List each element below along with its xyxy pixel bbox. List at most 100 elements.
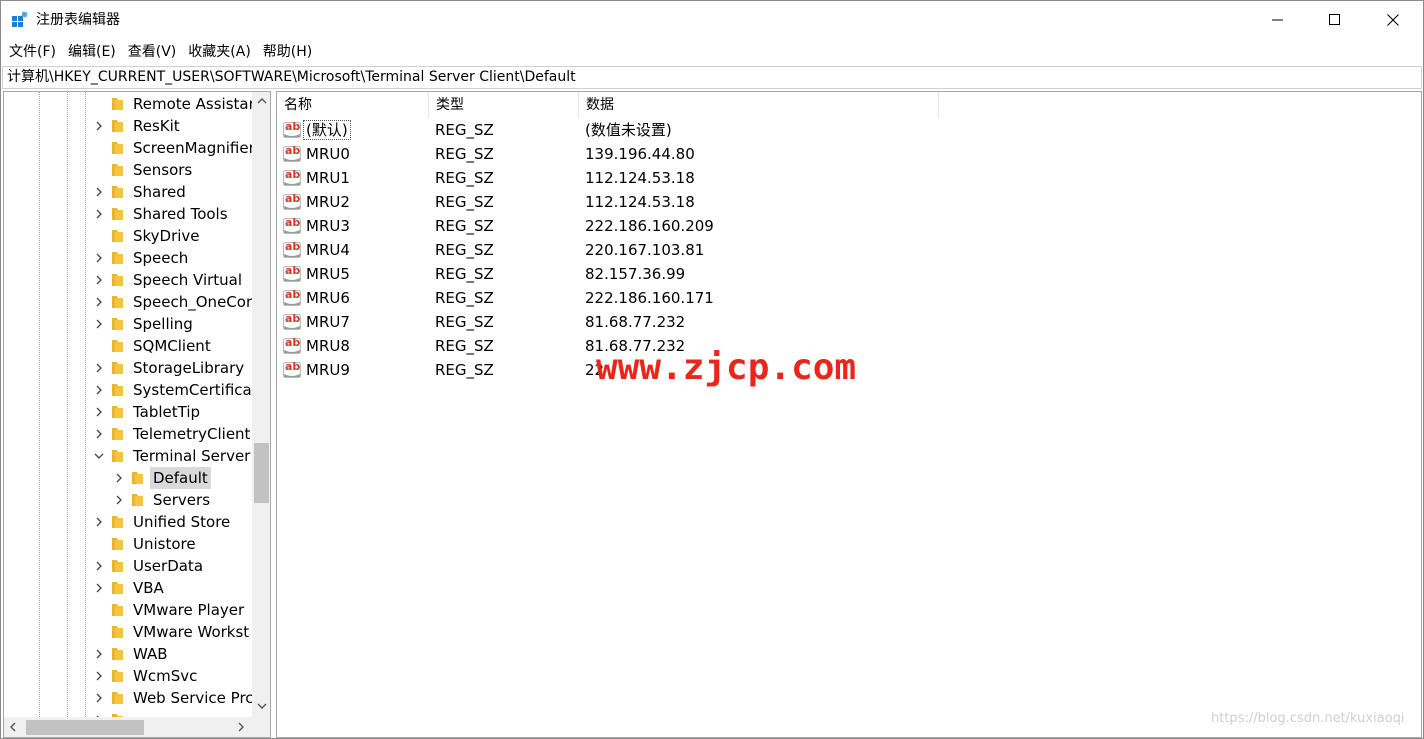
tree-item[interactable]: SQMClient [4,335,252,357]
tree-item[interactable]: Default [4,467,252,489]
chevron-right-icon[interactable] [92,294,106,310]
tree-item[interactable]: Unified Store [4,511,252,533]
chevron-right-icon[interactable] [92,558,106,574]
tree-item[interactable]: SkyDrive [4,225,252,247]
column-header-name[interactable]: 名称 [277,92,429,118]
value-data: 81.68.77.232 [585,313,686,331]
value-row[interactable]: ab MRU7 REG_SZ 81.68.77.232 [277,310,977,334]
chevron-right-icon[interactable] [92,382,106,398]
tree-item[interactable]: Shared [4,181,252,203]
tree-item-label: UserData [133,557,204,575]
value-row[interactable]: ab MRU5 REG_SZ 82.157.36.99 [277,262,977,286]
tree-item[interactable]: VMware Player [4,599,252,621]
title-bar[interactable]: 注册表编辑器 [1,1,1423,39]
value-data: 112.124.53.18 [585,193,695,211]
column-header-type[interactable]: 类型 [429,92,579,118]
tree-item[interactable]: Sensors [4,159,252,181]
tree-item[interactable]: StorageLibrary [4,357,252,379]
tree-item[interactable]: Speech_OneCor [4,291,252,313]
value-row[interactable]: ab MRU0 REG_SZ 139.196.44.80 [277,142,977,166]
tree-item[interactable]: Remote Assistar [4,93,252,115]
minimize-icon [1272,19,1283,21]
tree-item-label: SkyDrive [133,227,200,245]
tree-item[interactable]: Shared Tools [4,203,252,225]
chevron-right-icon[interactable] [112,470,126,486]
tree-item[interactable]: ScreenMagnifier [4,137,252,159]
chevron-right-icon[interactable] [92,426,106,442]
tree-vertical-scrollbar[interactable] [252,92,270,717]
tree-item[interactable]: Speech [4,247,252,269]
tree-item[interactable]: Web Service Prc [4,687,252,709]
chevron-right-icon[interactable] [92,668,106,684]
tree-item[interactable]: VBA [4,577,252,599]
tree-hscroll-thumb[interactable] [26,720,144,735]
tree-item[interactable]: Speech Virtual [4,269,252,291]
window-title: 注册表编辑器 [36,12,120,28]
value-row[interactable]: ab MRU4 REG_SZ 220.167.103.81 [277,238,977,262]
value-type: REG_SZ [435,121,494,139]
chevron-right-icon[interactable] [92,690,106,706]
menu-view[interactable]: 查看(V) [123,40,182,64]
menu-edit[interactable]: 编辑(E) [63,40,121,64]
tree-item[interactable]: TabletTip [4,401,252,423]
tree-item[interactable]: Servers [4,489,252,511]
chevron-right-icon[interactable] [92,360,106,376]
menu-help[interactable]: 帮助(H) [258,40,317,64]
tree-item[interactable]: WAB [4,643,252,665]
value-data: 222.186.160.209 [585,217,714,235]
value-name: MRU2 [304,190,352,214]
chevron-right-icon[interactable] [92,316,106,332]
tree-item[interactable]: TelemetryClient [4,423,252,445]
chevron-right-icon[interactable] [92,580,106,596]
value-data: 222.186.160.171 [585,289,714,307]
menu-file[interactable]: 文件(F) [4,40,61,64]
tree-vscroll-thumb[interactable] [254,443,269,503]
folder-icon [112,208,123,220]
scroll-down-button[interactable] [252,697,270,715]
tree-item[interactable]: Spelling [4,313,252,335]
chevron-right-icon[interactable] [92,118,106,134]
value-name: MRU1 [304,166,352,190]
chevron-down-icon[interactable] [92,448,106,464]
chevron-right-icon[interactable] [92,272,106,288]
scroll-right-button[interactable] [232,717,250,737]
tree-item[interactable]: UserData [4,555,252,577]
value-row[interactable]: ab MRU2 REG_SZ 112.124.53.18 [277,190,977,214]
tree-item-label: Servers [153,491,211,509]
value-row[interactable]: ab MRU3 REG_SZ 222.186.160.209 [277,214,977,238]
tree-item[interactable] [4,709,252,717]
chevron-right-icon[interactable] [112,492,126,508]
value-type: REG_SZ [435,145,494,163]
tree-item[interactable]: Unistore [4,533,252,555]
maximize-button[interactable] [1306,1,1364,39]
tree-item[interactable]: Terminal Server [4,445,252,467]
menu-favorites[interactable]: 收藏夹(A) [183,40,256,64]
scroll-up-button[interactable] [252,92,270,110]
chevron-right-icon[interactable] [92,206,106,222]
value-row[interactable]: ab MRU6 REG_SZ 222.186.160.171 [277,286,977,310]
tree-item[interactable]: VMware Workst [4,621,252,643]
tree-item[interactable]: ResKit [4,115,252,137]
tree-item[interactable]: WcmSvc [4,665,252,687]
tree-item-label: StorageLibrary [133,359,245,377]
chevron-right-icon[interactable] [92,184,106,200]
tree-item-label: WcmSvc [133,667,198,685]
tree-item-label: Speech Virtual [133,271,243,289]
address-bar[interactable]: 计算机\HKEY_CURRENT_USER\SOFTWARE\Microsoft… [2,66,1422,89]
minimize-button[interactable] [1249,1,1307,39]
column-header-data[interactable]: 数据 [579,92,939,118]
chevron-right-icon[interactable] [92,404,106,420]
scroll-left-button[interactable] [4,717,22,737]
tree-horizontal-scrollbar[interactable] [4,717,252,737]
value-row[interactable]: ab MRU1 REG_SZ 112.124.53.18 [277,166,977,190]
tree-item[interactable]: SystemCertificat [4,379,252,401]
chevron-right-icon[interactable] [92,250,106,266]
close-button[interactable] [1364,1,1422,39]
chevron-right-icon[interactable] [92,646,106,662]
chevron-right-icon[interactable] [92,514,106,530]
tree-item-label: VMware Workst [133,623,250,641]
value-row[interactable]: ab (默认) REG_SZ (数值未设置) [277,118,977,142]
tree-item-label: Unistore [133,535,196,553]
ab-glyph: ab [285,264,301,277]
ab-glyph: ab [285,336,301,349]
